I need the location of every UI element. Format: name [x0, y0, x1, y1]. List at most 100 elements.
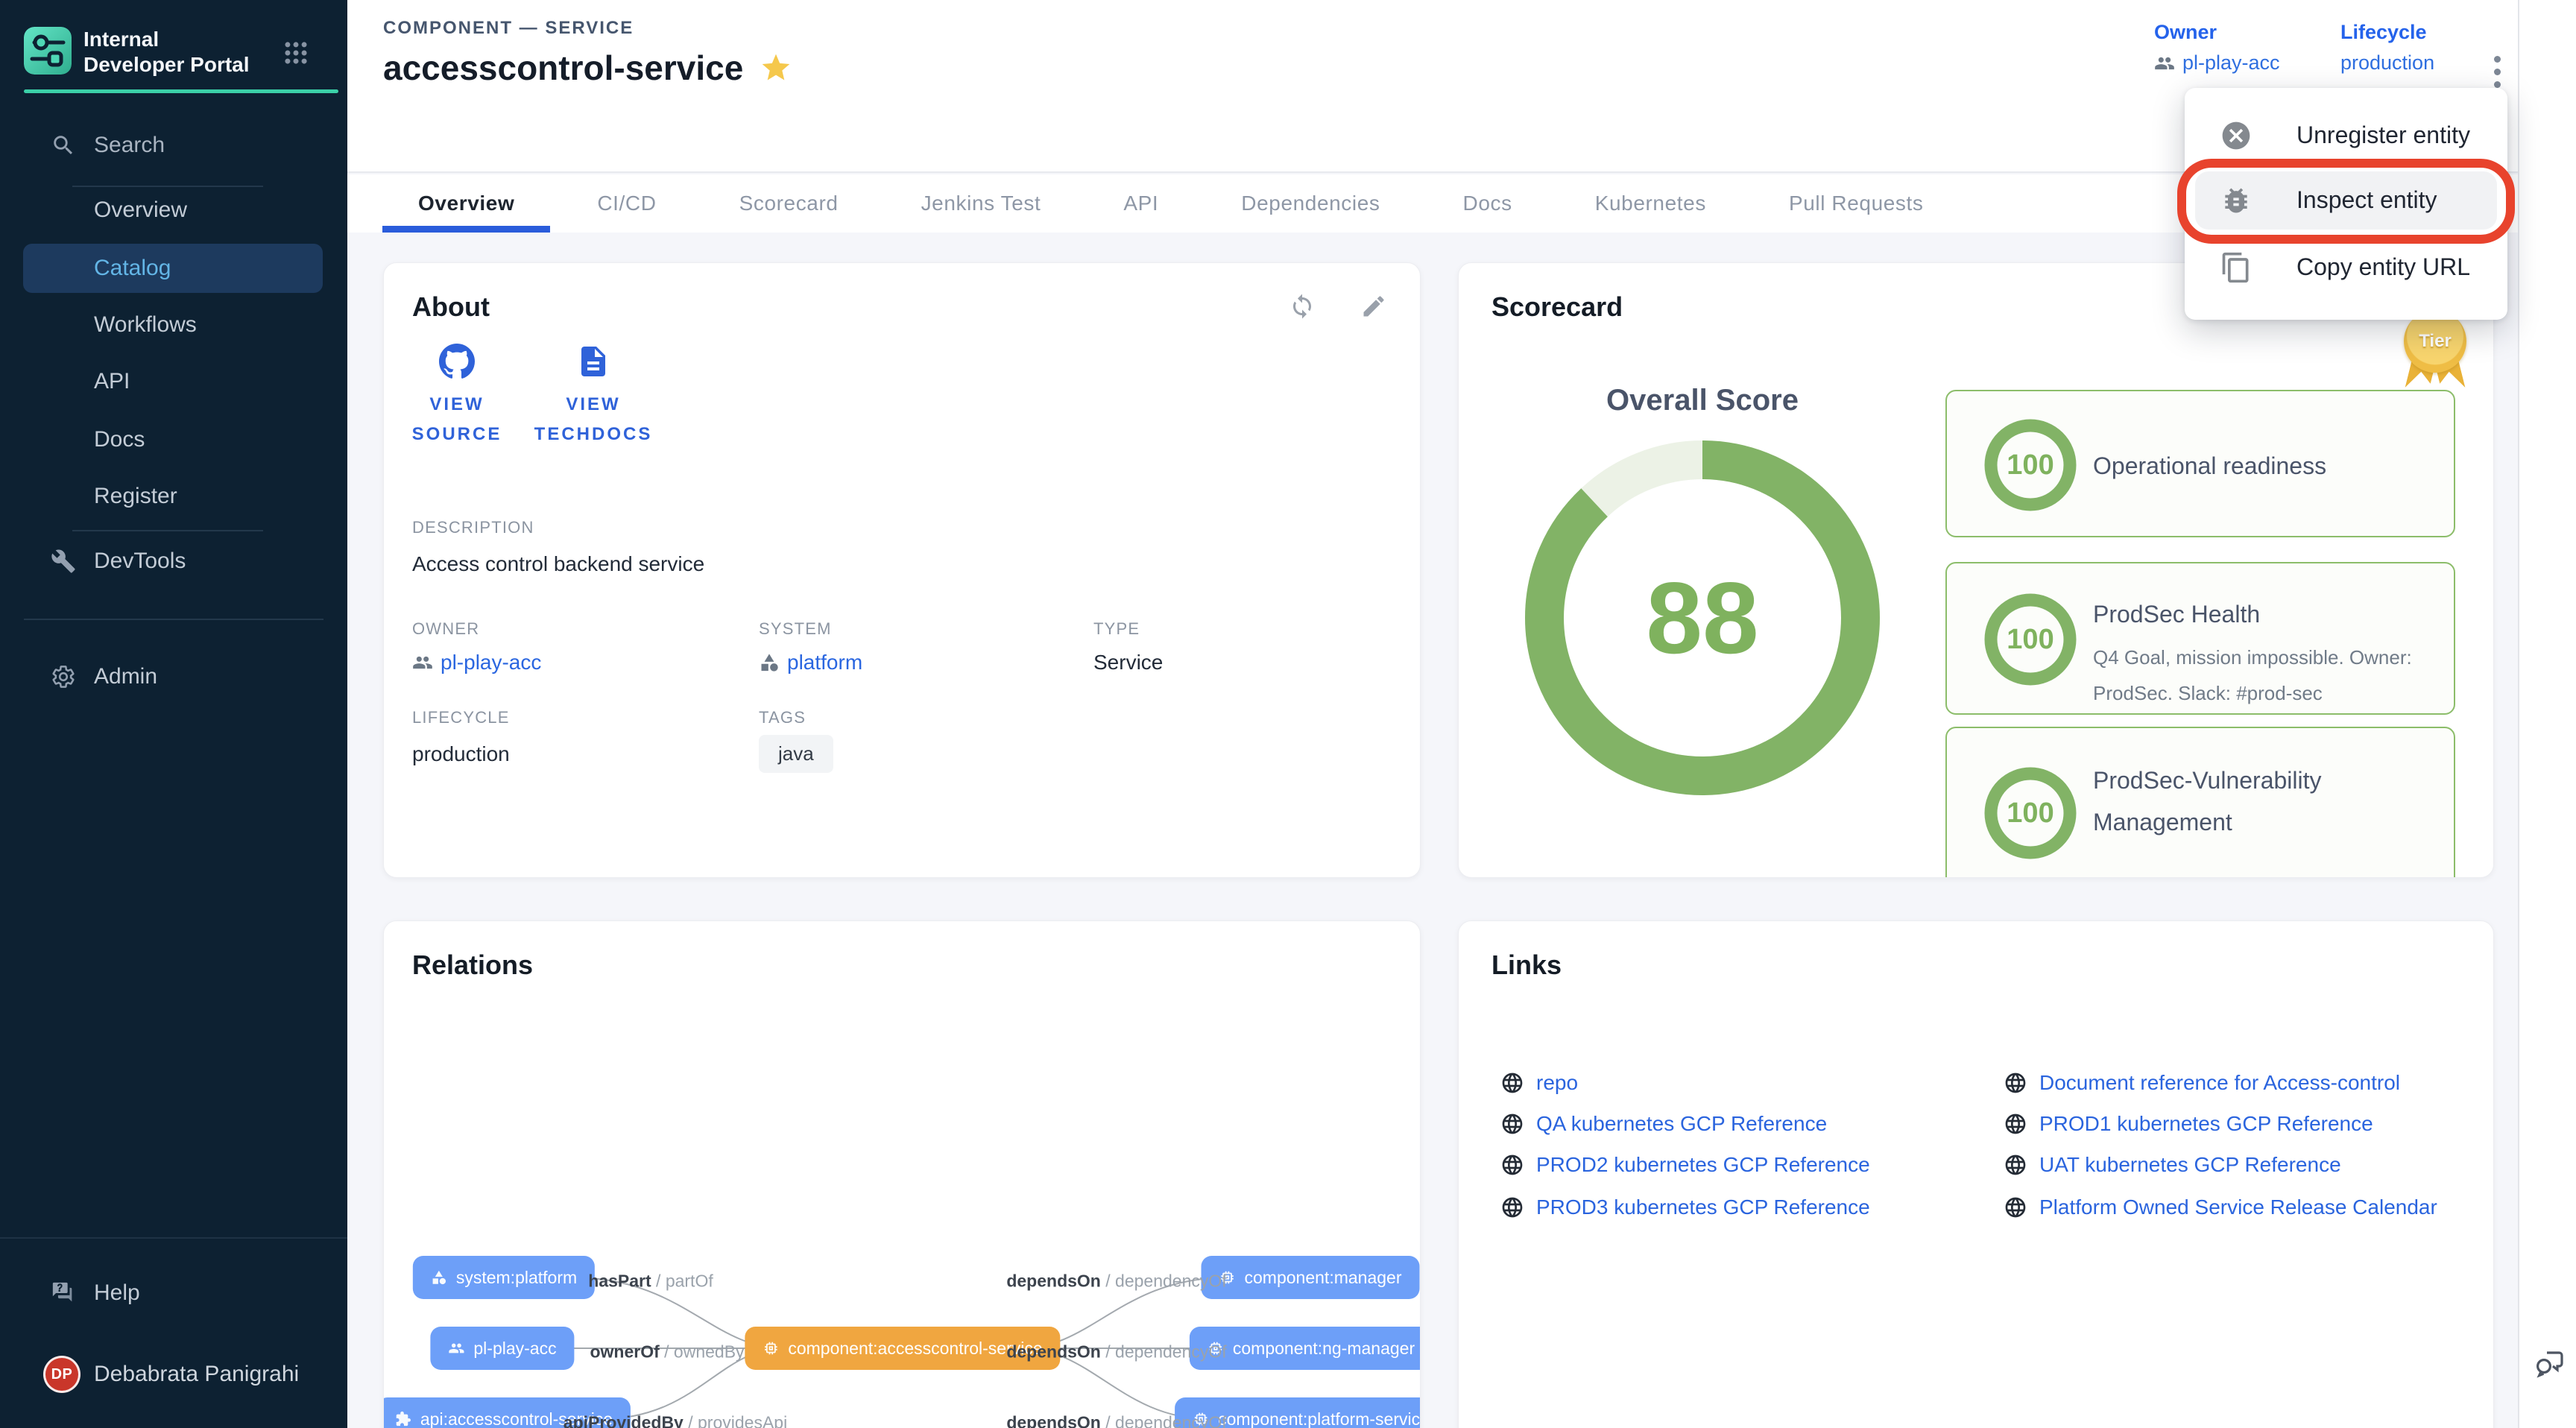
- link-repo[interactable]: repo: [1500, 1071, 1578, 1095]
- link-doc-reference[interactable]: Document reference for Access-control: [2004, 1071, 2400, 1095]
- tab-pull-requests[interactable]: Pull Requests: [1753, 174, 1960, 233]
- tab-dependencies[interactable]: Dependencies: [1205, 174, 1415, 233]
- lifecycle-value-wrap: production: [2340, 51, 2434, 75]
- sidebar-divider: [0, 1237, 347, 1239]
- sidebar-item-label: Search: [94, 133, 165, 158]
- view-source-label: VIEW SOURCE: [408, 390, 505, 449]
- view-techdocs-button[interactable]: VIEW TECHDOCS: [530, 344, 657, 449]
- sidebar-item-api[interactable]: API: [0, 361, 347, 402]
- graph-node-system-platform[interactable]: system:platform: [413, 1256, 595, 1299]
- sidebar-item-label: Admin: [94, 664, 157, 689]
- tab-overview[interactable]: Overview: [382, 174, 550, 233]
- sidebar-item-label: Docs: [94, 427, 145, 452]
- cancel-circle-icon: [2220, 119, 2253, 152]
- system-field-value[interactable]: platform: [759, 651, 862, 674]
- edge-label: dependsOndependencyOf: [1006, 1342, 1226, 1362]
- sidebar-item-label: Overview: [94, 198, 187, 223]
- app-grid-icon[interactable]: [282, 39, 310, 67]
- sidebar-item-register[interactable]: Register: [0, 476, 347, 517]
- links-title: Links: [1491, 950, 1562, 981]
- link-prod1-k8s[interactable]: PROD1 kubernetes GCP Reference: [2004, 1112, 2373, 1136]
- sidebar-item-overview[interactable]: Overview: [0, 189, 347, 231]
- sidebar-divider: [24, 619, 323, 620]
- document-icon: [575, 344, 611, 379]
- globe-icon: [1500, 1071, 1524, 1095]
- score-check-card[interactable]: 100 ProdSec-Vulnerability Management: [1945, 727, 2455, 878]
- app-title: Internal Developer Portal: [83, 27, 262, 78]
- user-name[interactable]: Debabrata Panigrahi: [94, 1362, 299, 1387]
- sidebar-divider: [72, 186, 263, 187]
- copy-icon: [2220, 251, 2253, 284]
- owner-label: Owner: [2154, 21, 2280, 44]
- owner-value: pl-play-acc: [2182, 51, 2280, 75]
- link-release-calendar[interactable]: Platform Owned Service Release Calendar: [2004, 1195, 2437, 1219]
- group-icon: [412, 652, 433, 673]
- view-techdocs-label: VIEW TECHDOCS: [530, 390, 657, 449]
- overall-score-label: Overall Score: [1553, 384, 1852, 417]
- sidebar-item-docs[interactable]: Docs: [0, 419, 347, 461]
- sidebar-item-label: DevTools: [94, 549, 186, 574]
- sidebar-item-devtools[interactable]: DevTools: [0, 540, 347, 582]
- scorecard-title: Scorecard: [1491, 291, 1623, 323]
- refresh-icon[interactable]: [1289, 293, 1316, 320]
- score-ring: 100: [1984, 767, 2077, 859]
- chip-icon: [763, 1340, 779, 1356]
- sidebar-item-admin[interactable]: Admin: [0, 656, 347, 698]
- links-card: Links repo QA kubernetes GCP Reference P…: [1458, 920, 2494, 1428]
- owner-field-value[interactable]: pl-play-acc: [412, 651, 541, 674]
- sidebar-item-catalog[interactable]: Catalog: [0, 247, 347, 289]
- edit-pencil-icon[interactable]: [1360, 293, 1387, 320]
- link-uat-k8s[interactable]: UAT kubernetes GCP Reference: [2004, 1153, 2341, 1177]
- tab-jenkins-test[interactable]: Jenkins Test: [886, 174, 1077, 233]
- graph-node-pl-play-acc[interactable]: pl-play-acc: [430, 1327, 574, 1370]
- tab-cicd[interactable]: CI/CD: [561, 174, 692, 233]
- tab-api[interactable]: API: [1087, 174, 1194, 233]
- page-title: accesscontrol-service: [383, 48, 743, 88]
- link-prod3-k8s[interactable]: PROD3 kubernetes GCP Reference: [1500, 1195, 1870, 1219]
- edge-label: ownerOfownedBy: [590, 1342, 744, 1362]
- score-check-card[interactable]: 100 ProdSec Health Q4 Goal, mission impo…: [1945, 562, 2455, 715]
- type-field-label: TYPE: [1093, 619, 1140, 639]
- score-value: 100: [1984, 593, 2077, 686]
- sidebar-item-search[interactable]: Search: [0, 124, 347, 166]
- help-chat-icon: [51, 1280, 76, 1306]
- owner-link[interactable]: pl-play-acc: [2154, 51, 2280, 75]
- tab-kubernetes[interactable]: Kubernetes: [1559, 174, 1742, 233]
- overall-score-value: 88: [1525, 440, 1880, 795]
- about-card: About VIEW SOURCE VIEW TECHDOCS DESCRIPT…: [383, 262, 1421, 878]
- edge-label: apiProvidedByprovidesApi: [564, 1413, 787, 1428]
- system-shapes-icon: [759, 652, 780, 673]
- sidebar: Internal Developer Portal Search Overvie…: [0, 0, 347, 1428]
- sidebar-item-label: API: [94, 369, 130, 394]
- score-check-card[interactable]: 100 Operational readiness: [1945, 390, 2455, 537]
- bug-icon: [2220, 184, 2253, 217]
- group-icon: [2154, 53, 2175, 74]
- globe-icon: [2004, 1071, 2027, 1095]
- description-label: DESCRIPTION: [412, 518, 534, 537]
- sidebar-item-label: Help: [94, 1280, 140, 1306]
- score-value: 100: [1984, 419, 2077, 511]
- sidebar-item-label: Register: [94, 484, 177, 509]
- globe-icon: [2004, 1112, 2027, 1136]
- globe-icon: [1500, 1153, 1524, 1177]
- sidebar-item-help[interactable]: Help: [0, 1272, 347, 1314]
- menu-item-unregister-entity[interactable]: Unregister entity: [2185, 103, 2507, 168]
- sidebar-item-workflows[interactable]: Workflows: [0, 304, 347, 346]
- favorite-star-icon[interactable]: [760, 51, 792, 84]
- view-source-button[interactable]: VIEW SOURCE: [405, 344, 509, 449]
- sidebar-divider-accent: [24, 89, 338, 93]
- link-prod2-k8s[interactable]: PROD2 kubernetes GCP Reference: [1500, 1153, 1870, 1177]
- globe-icon: [2004, 1195, 2027, 1219]
- lifecycle-value: production: [2340, 51, 2434, 75]
- owner-field-label: OWNER: [412, 619, 479, 639]
- tab-docs[interactable]: Docs: [1427, 174, 1548, 233]
- link-qa-k8s[interactable]: QA kubernetes GCP Reference: [1500, 1112, 1827, 1136]
- menu-item-inspect-entity[interactable]: Inspect entity: [2185, 168, 2507, 233]
- graph-node-component-manager[interactable]: component:manager: [1202, 1256, 1420, 1299]
- menu-item-copy-entity-url[interactable]: Copy entity URL: [2185, 235, 2507, 300]
- feedback-chat-icon[interactable]: [2533, 1346, 2569, 1382]
- relations-card: Relations system:platform pl-play-acc ap…: [383, 920, 1421, 1428]
- tag-chip[interactable]: java: [759, 735, 833, 773]
- avatar[interactable]: DP: [43, 1356, 80, 1393]
- tab-scorecard[interactable]: Scorecard: [704, 174, 874, 233]
